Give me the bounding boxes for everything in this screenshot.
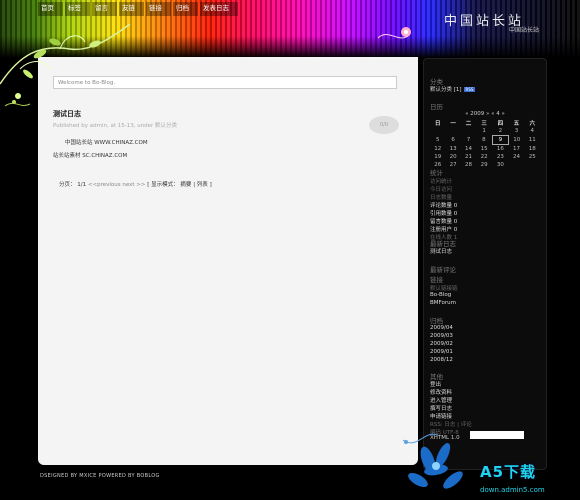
- calendar-day[interactable]: 9: [491, 135, 510, 145]
- stat-item: 今日访问: [430, 187, 453, 193]
- calendar-weekday: 五: [513, 121, 520, 127]
- archive-link[interactable]: 2008/12: [430, 357, 453, 363]
- calendar-day[interactable]: 28: [461, 161, 476, 169]
- category-item[interactable]: 默认分类 [1] RSS: [430, 85, 476, 93]
- calendar-day[interactable]: 12: [430, 145, 445, 154]
- calendar-day[interactable]: 20: [445, 153, 460, 161]
- site-subtitle: 中国站长站: [509, 27, 540, 34]
- footer-credits: DSEIGNED BY MXICE POWERED BY BOBLOG: [40, 473, 160, 479]
- calendar-day[interactable]: 18: [525, 145, 541, 154]
- calendar-day[interactable]: 11: [525, 136, 541, 145]
- rss-badge[interactable]: RSS: [463, 87, 476, 92]
- links-heading: 链接: [430, 276, 443, 284]
- pager-next-link[interactable]: next >>: [122, 182, 145, 188]
- calendar-day[interactable]: 6: [445, 136, 460, 145]
- calendar-day[interactable]: 13: [445, 145, 460, 154]
- stat-item: 评论数量 0: [430, 203, 458, 209]
- archive-link[interactable]: 2009/04: [430, 325, 453, 331]
- stat-item: 访问统计: [430, 179, 453, 185]
- nav-write-post[interactable]: 发表日志: [200, 2, 238, 16]
- calendar-day[interactable]: 24: [509, 153, 525, 161]
- calendar-grid: 日一二三四五六 1 2 3 4 5 6 7 8 9 10 11 12 13 14 15 16 17 18 19 20 21…: [430, 119, 540, 169]
- stat-item: 留言数量 0: [430, 219, 458, 225]
- stat-item: 日志数量: [430, 195, 453, 201]
- logo-brand: A5下载: [480, 463, 537, 481]
- stat-item: 引用数量 0: [430, 211, 458, 217]
- calendar-day[interactable]: 5: [430, 136, 445, 145]
- calendar-day[interactable]: 17: [509, 145, 525, 154]
- post-meta: Published by admin, at 15-13, under 默认分类: [53, 123, 178, 129]
- archive-link[interactable]: 2009/02: [430, 341, 453, 347]
- calendar-day[interactable]: 25: [525, 153, 541, 161]
- latest-comments-heading: 最新评论: [430, 266, 456, 274]
- calendar-day[interactable]: 15: [476, 145, 492, 154]
- calendar-weekday: 四: [497, 121, 504, 127]
- blue-flower-decoration: [402, 433, 463, 489]
- archive-link[interactable]: 2009/01: [430, 349, 453, 355]
- main-content: Welcome to Bo-Blog. 测试日志 Published by ad…: [38, 57, 418, 465]
- calendar-day[interactable]: 29: [476, 161, 492, 169]
- calendar-day[interactable]: 7: [461, 136, 476, 145]
- pager-page: 1/1: [77, 182, 87, 188]
- calendar-nav[interactable]: « 2009 » « 4 »: [430, 111, 540, 117]
- pagination: 分页： 1/1 <<previous next >> [ 显示模式： 摘要 | …: [59, 180, 212, 188]
- calendar-weekday: 一: [450, 121, 456, 127]
- mode-end: ]: [209, 182, 212, 188]
- mode-separator: |: [193, 182, 196, 188]
- mode-summary-link[interactable]: 摘要: [180, 182, 191, 188]
- calendar-day: [509, 161, 525, 169]
- calendar-day[interactable]: 14: [461, 145, 476, 154]
- stat-item: 注册用户 0: [430, 227, 458, 233]
- nav-archive[interactable]: 归档: [173, 2, 198, 16]
- post-body-line: 站长站素材 SC.CHINAZ.COM: [53, 153, 128, 159]
- calendar-day[interactable]: 30: [492, 161, 508, 169]
- calendar-day[interactable]: 3: [509, 127, 525, 136]
- archive-link[interactable]: 2009/03: [430, 333, 453, 339]
- edit-profile-link[interactable]: 修改资料: [430, 388, 452, 396]
- calendar-weekday: 日: [434, 121, 441, 127]
- calendar-weekday: 六: [529, 121, 535, 127]
- calendar-day[interactable]: 16: [492, 145, 508, 154]
- link-item[interactable]: Bo-Blog: [430, 292, 451, 298]
- calendar-day[interactable]: 23: [492, 153, 508, 161]
- calendar-day[interactable]: 19: [430, 153, 445, 161]
- calendar-day[interactable]: 2: [492, 127, 508, 136]
- a5-download-logo: A5下载 down.admin5.com: [480, 461, 550, 499]
- floral-vine-decoration: [0, 23, 131, 107]
- calendar-day: [445, 127, 460, 136]
- calendar-day[interactable]: 27: [445, 161, 460, 169]
- calendar-day: [461, 127, 476, 136]
- post-body-line: 中国站长站 WWW.CHINAZ.COM: [65, 140, 148, 146]
- calendar-day[interactable]: 21: [461, 153, 476, 161]
- pager-prev-link[interactable]: <<previous: [88, 182, 121, 188]
- comment-count-badge[interactable]: 0/0: [369, 116, 399, 134]
- calendar-weekday: 二: [465, 121, 472, 127]
- logo-url: down.admin5.com: [480, 486, 545, 494]
- calendar-day[interactable]: 8: [476, 136, 492, 145]
- logout-link[interactable]: 登出: [430, 380, 441, 388]
- display-mode-label: [ 显示模式：: [147, 182, 179, 188]
- calendar-day[interactable]: 10: [509, 136, 525, 145]
- category-link[interactable]: 默认分类 [1]: [430, 87, 462, 93]
- calendar-day: [525, 161, 541, 169]
- pager-label: 分页：: [59, 182, 76, 188]
- calendar-weekday: 三: [481, 121, 487, 127]
- calendar-day: [430, 127, 445, 136]
- archives-heading: 归档: [430, 317, 443, 325]
- mode-list-link[interactable]: 列表: [197, 182, 208, 188]
- link-item[interactable]: BMForum: [430, 300, 456, 306]
- calendar-day[interactable]: 22: [476, 153, 492, 161]
- link-item[interactable]: 默认链接链: [430, 284, 458, 292]
- stats-heading: 统计: [430, 169, 443, 177]
- flower-decoration: [378, 27, 411, 39]
- calendar-heading: 日历: [430, 103, 443, 111]
- calendar-day[interactable]: 1: [476, 127, 492, 136]
- latest-post-link[interactable]: 测试日志: [430, 247, 452, 255]
- calendar-day[interactable]: 4: [525, 127, 541, 136]
